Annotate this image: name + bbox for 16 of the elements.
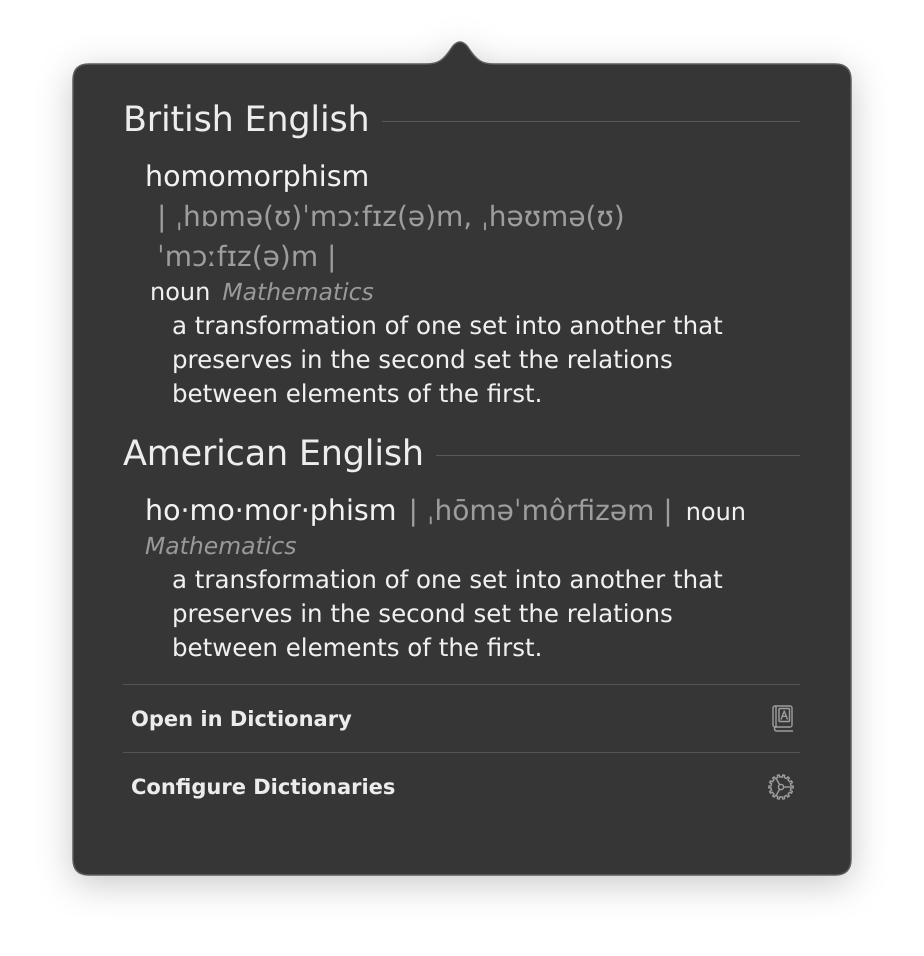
section-heading: American English bbox=[123, 434, 424, 474]
menu-item[interactable]: Open in Dictionary bbox=[123, 685, 800, 752]
definition-text: a transformation of one set into another that preserves in the second set the relations between elements of the first. bbox=[172, 564, 724, 664]
headword: homomorphism bbox=[145, 159, 370, 195]
part-of-speech: noun bbox=[686, 497, 746, 527]
subject-label: Mathematics bbox=[145, 531, 296, 561]
pronunciation: | ˌhɒmə(ʊ)ˈmɔːfɪz(ə)m, ˌhəʊmə(ʊ)ˈmɔːfɪz(ə)m | bbox=[157, 199, 626, 275]
dictionary-book-icon bbox=[772, 705, 794, 732]
pronunciation: | ˌhōməˈmôrfizəm | bbox=[408, 493, 673, 529]
definition-text: a transformation of one set into another that preserves in the second set the relations between elements of the first. bbox=[172, 310, 724, 410]
menu-item[interactable]: Configure Dictionaries bbox=[123, 753, 800, 820]
gear-icon bbox=[768, 774, 794, 800]
part-of-speech: noun bbox=[150, 277, 210, 307]
headword: ho·mo·mor·phism bbox=[145, 493, 396, 529]
section-heading: British English bbox=[123, 100, 370, 140]
subject-label: Mathematics bbox=[222, 277, 374, 307]
